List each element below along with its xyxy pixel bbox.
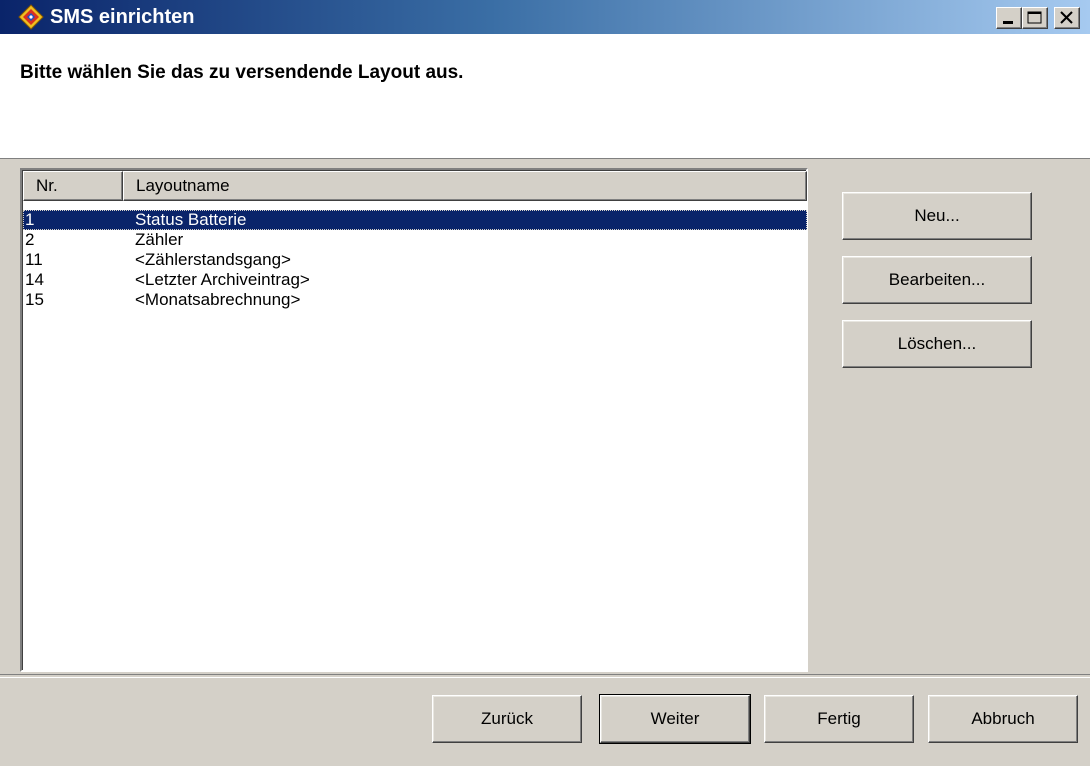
row-layoutname: <Letzter Archiveintrag> [135,270,310,289]
finish-button[interactable]: Fertig [764,695,914,743]
window-title: SMS einrichten [50,6,195,28]
row-layoutname: <Monatsabrechnung> [135,290,301,309]
close-icon [1060,11,1073,24]
new-button[interactable]: Neu... [842,192,1032,240]
wizard-dialog: SMS einrichten Bitte wählen Sie das zu v… [0,0,1090,766]
column-header-layoutname[interactable]: Layoutname [123,171,807,201]
instruction-text: Bitte wählen Sie das zu versendende Layo… [20,62,464,83]
list-row-14[interactable]: 14 <Letzter Archiveintrag> [23,270,807,290]
edit-button[interactable]: Bearbeiten... [842,256,1032,304]
app-icon [18,4,44,30]
row-nr: 15 [25,290,44,309]
layout-list[interactable]: Nr. Layoutname 1 Status Batterie 2 Zähle… [20,168,808,672]
list-row-11[interactable]: 11 <Zählerstandsgang> [23,250,807,270]
list-row-15[interactable]: 15 <Monatsabrechnung> [23,290,807,310]
next-button[interactable]: Weiter [599,694,751,744]
maximize-button[interactable] [1022,7,1048,29]
minimize-button[interactable] [996,7,1022,29]
row-layoutname: <Zählerstandsgang> [135,250,291,269]
column-header-nr[interactable]: Nr. [23,171,123,201]
list-row-2[interactable]: 2 Zähler [23,230,807,250]
header-panel: Bitte wählen Sie das zu versendende Layo… [0,34,1090,159]
row-nr: 2 [25,230,35,249]
back-button[interactable]: Zurück [432,695,582,743]
footer-separator [0,674,1090,678]
row-layoutname: Zähler [135,230,184,249]
row-nr: 1 [25,210,35,229]
maximize-icon [1027,11,1042,24]
list-header: Nr. Layoutname [23,171,807,201]
close-button[interactable] [1054,7,1080,29]
delete-button[interactable]: Löschen... [842,320,1032,368]
minimize-icon [1003,21,1013,24]
title-bar[interactable]: SMS einrichten [0,0,1090,34]
row-layoutname: Status Batterie [135,210,247,229]
row-nr: 11 [25,250,43,269]
row-nr: 14 [25,270,44,289]
cancel-button[interactable]: Abbruch [928,695,1078,743]
list-row-1[interactable]: 1 Status Batterie [23,210,807,230]
